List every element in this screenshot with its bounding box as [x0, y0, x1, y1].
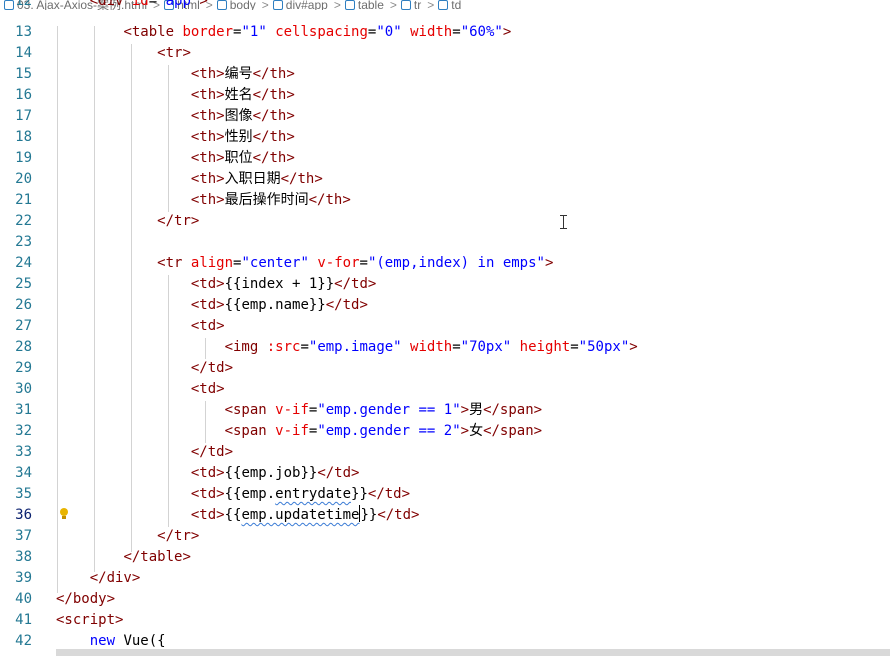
line-number: 19 [15, 150, 32, 166]
line-text: <td> [190, 318, 225, 334]
line-text: <td>{{emp.entrydate}}</td> [190, 486, 411, 502]
line-number: 28 [15, 339, 32, 355]
line-text: </tr> [157, 213, 200, 229]
line-number: 21 [15, 192, 32, 208]
code-line: 37 </tr> [0, 526, 890, 547]
line-number: 40 [15, 591, 32, 607]
line-text: <th>姓名</th> [190, 87, 295, 103]
horizontal-scrollbar[interactable] [56, 649, 890, 656]
line-text: <td>{{emp.updatetime}}</td> [190, 505, 420, 523]
line-text: <div id="app"> [89, 0, 208, 9]
code-line: 14 <tr> [0, 43, 890, 64]
line-number: 18 [15, 129, 32, 145]
line-text: </table> [123, 549, 191, 565]
line-number: 20 [15, 171, 32, 187]
line-number: 27 [15, 318, 32, 334]
text-caret [359, 505, 361, 522]
code-line: 20 <th>入职日期</th> [0, 169, 890, 190]
line-text: <th>入职日期</th> [190, 171, 323, 187]
code-line: 32 <span v-if="emp.gender == 2">女</span> [0, 421, 890, 442]
code-line: 33 </td> [0, 442, 890, 463]
line-number: 26 [15, 297, 32, 313]
code-line: 16 <th>姓名</th> [0, 85, 890, 106]
code-line: 19 <th>职位</th> [0, 148, 890, 169]
line-text: </td> [190, 444, 234, 460]
code-line: 26 <td>{{emp.name}}</td> [0, 295, 890, 316]
line-text: <td> [190, 381, 225, 397]
code-line: 25 <td>{{index + 1}}</td> [0, 274, 890, 295]
line-text: </tr> [157, 528, 200, 544]
code-line: 21 <th>最后操作时间</th> [0, 190, 890, 211]
line-number: 36 [15, 507, 32, 523]
code-line: 12 <div id="app"> [0, 0, 890, 12]
line-number: 33 [15, 444, 32, 460]
line-text: <th>职位</th> [190, 150, 295, 166]
line-number: 37 [15, 528, 32, 544]
line-number: 41 [15, 612, 32, 628]
line-number: 22 [15, 213, 32, 229]
line-number: 35 [15, 486, 32, 502]
line-text: <th>图像</th> [190, 108, 295, 124]
code-line: 28 <img :src="emp.image" width="70px" he… [0, 337, 890, 358]
line-text: <img :src="emp.image" width="70px" heigh… [224, 339, 638, 355]
code-editor[interactable]: 12 <div id="app"> 13 <table border="1" c… [0, 0, 890, 656]
line-text: <th>最后操作时间</th> [190, 192, 351, 208]
line-text: </div> [89, 570, 141, 586]
line-text: <th>性别</th> [190, 129, 295, 145]
code-line: 40 </body> [0, 589, 890, 610]
line-number: 32 [15, 423, 32, 439]
line-text: <script> [56, 612, 124, 628]
code-line: 29 </td> [0, 358, 890, 379]
line-number: 13 [15, 24, 32, 40]
line-text: </td> [190, 360, 234, 376]
line-number: 30 [15, 381, 32, 397]
code-line: 22 </tr> [0, 211, 890, 232]
code-line-active: 36 <td>{{emp.updatetime}}</td> [0, 505, 890, 526]
code-line: 15 <th>编号</th> [0, 64, 890, 85]
code-line: 38 </table> [0, 547, 890, 568]
line-number: 24 [15, 255, 32, 271]
line-text: </body> [56, 591, 116, 607]
line-text: <td>{{emp.name}}</td> [190, 297, 368, 313]
line-number: 23 [15, 234, 32, 250]
line-number: 14 [15, 45, 32, 61]
text-cursor-icon [560, 215, 568, 229]
line-number: 39 [15, 570, 32, 586]
line-text: <span v-if="emp.gender == 2">女</span> [224, 423, 543, 439]
line-text: <span v-if="emp.gender == 1">男</span> [224, 402, 543, 418]
code-line: 34 <td>{{emp.job}}</td> [0, 463, 890, 484]
line-text: <table border="1" cellspacing="0" width=… [123, 24, 512, 40]
line-text: <td>{{index + 1}}</td> [190, 276, 377, 292]
code-line: 23 [0, 232, 890, 253]
line-number: 38 [15, 549, 32, 565]
code-line: 35 <td>{{emp.entrydate}}</td> [0, 484, 890, 505]
line-number: 42 [15, 633, 32, 649]
line-text: <tr align="center" v-for="(emp,index) in… [157, 255, 554, 271]
line-number: 34 [15, 465, 32, 481]
line-text: <th>编号</th> [190, 66, 295, 82]
line-text: <td>{{emp.job}}</td> [190, 465, 360, 481]
code-line: 13 <table border="1" cellspacing="0" wid… [0, 22, 890, 43]
code-line: 39 </div> [0, 568, 890, 589]
code-line: 27 <td> [0, 316, 890, 337]
line-number: 29 [15, 360, 32, 376]
code-line: 41 <script> [0, 610, 890, 631]
lightbulb-icon[interactable] [59, 508, 69, 520]
line-text: <tr> [157, 45, 191, 61]
line-number: 17 [15, 108, 32, 124]
line-number: 25 [15, 276, 32, 292]
code-line: 24 <tr align="center" v-for="(emp,index)… [0, 253, 890, 274]
line-number: 31 [15, 402, 32, 418]
code-line: 18 <th>性别</th> [0, 127, 890, 148]
line-number: 12 [15, 0, 32, 9]
code-line: 17 <th>图像</th> [0, 106, 890, 127]
line-number: 15 [15, 66, 32, 82]
code-line: 30 <td> [0, 379, 890, 400]
code-line: 31 <span v-if="emp.gender == 1">男</span> [0, 400, 890, 421]
line-number: 16 [15, 87, 32, 103]
